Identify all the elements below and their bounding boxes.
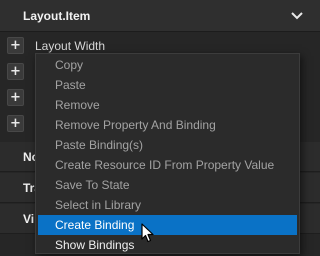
section-title: Layout.Item xyxy=(23,9,91,23)
menu-item-paste[interactable]: Paste xyxy=(38,75,297,95)
menu-item-show-bindings[interactable]: Show Bindings xyxy=(38,235,297,255)
add-binding-button[interactable]: + xyxy=(7,63,24,80)
menu-item-paste-bindings[interactable]: Paste Binding(s) xyxy=(38,135,297,155)
add-binding-button[interactable]: + xyxy=(7,37,24,54)
menu-item-save-to-state[interactable]: Save To State xyxy=(38,175,297,195)
menu-item-remove[interactable]: Remove xyxy=(38,95,297,115)
menu-item-create-resource-id[interactable]: Create Resource ID From Property Value xyxy=(38,155,297,175)
menu-item-create-binding[interactable]: Create Binding xyxy=(38,215,297,235)
menu-item-remove-property-and-binding[interactable]: Remove Property And Binding xyxy=(38,115,297,135)
menu-item-select-in-library[interactable]: Select in Library xyxy=(38,195,297,215)
add-binding-button[interactable]: + xyxy=(7,115,24,132)
chevron-down-icon[interactable] xyxy=(289,8,305,24)
sub-section-title: Vi xyxy=(23,212,35,226)
menu-item-copy[interactable]: Copy xyxy=(38,55,297,75)
context-menu: Copy Paste Remove Remove Property And Bi… xyxy=(35,53,300,254)
property-label: Layout Width xyxy=(35,39,106,53)
add-binding-button[interactable]: + xyxy=(7,89,24,106)
section-header-layout-item[interactable]: Layout.Item xyxy=(0,0,320,32)
mouse-pointer-icon xyxy=(141,223,155,243)
